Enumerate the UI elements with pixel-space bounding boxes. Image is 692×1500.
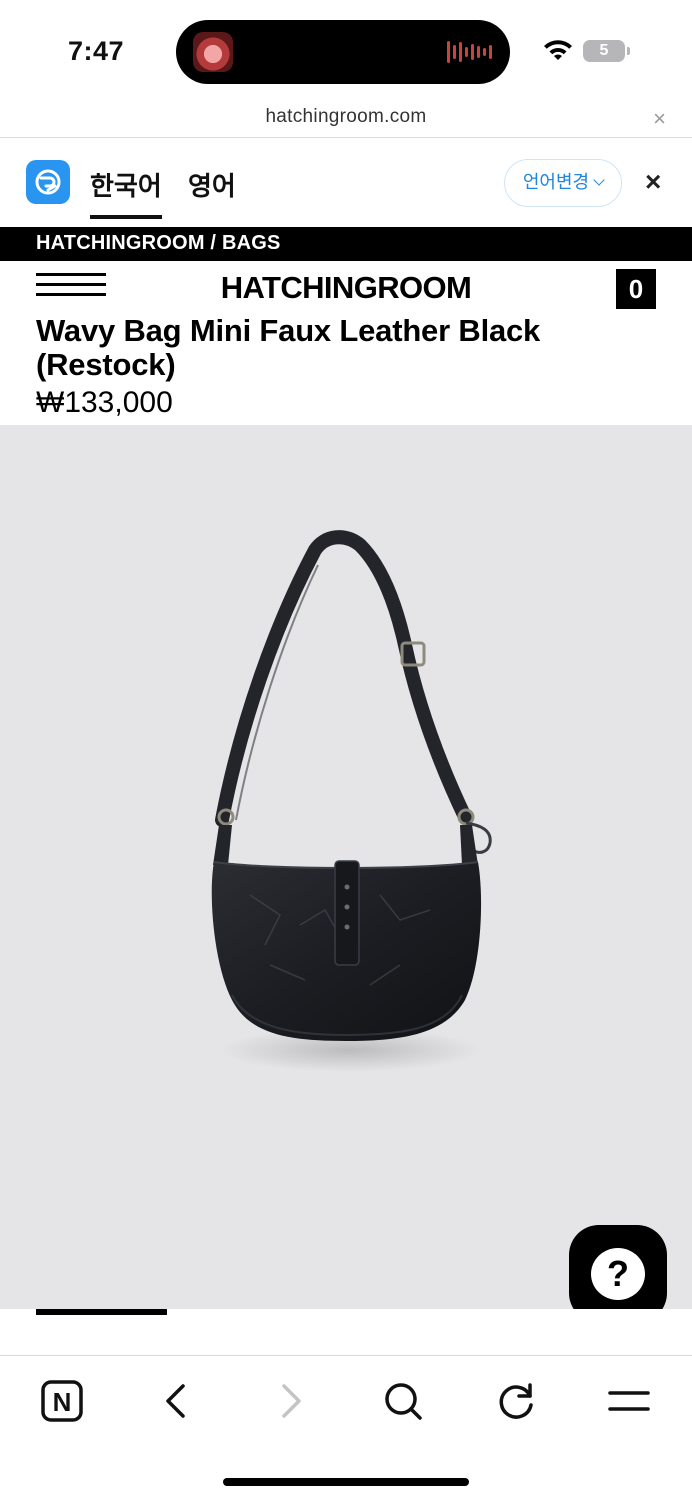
product-price: ₩133,000	[36, 386, 173, 419]
url-bar[interactable]: hatchingroom.com ×	[0, 100, 692, 138]
search-icon[interactable]	[378, 1376, 428, 1426]
status-bar: 7:47 5	[0, 0, 692, 100]
breadcrumb-text[interactable]: HATCHINGROOM / BAGS	[36, 232, 281, 255]
change-language-label: 언어변경	[522, 172, 590, 192]
now-playing-artwork	[193, 32, 233, 72]
close-translate-icon[interactable]: ×	[645, 166, 661, 198]
home-indicator[interactable]	[223, 1478, 469, 1486]
image-pagination-indicator[interactable]	[36, 1309, 167, 1315]
back-icon[interactable]	[152, 1376, 202, 1426]
forward-icon[interactable]	[265, 1376, 315, 1426]
battery-icon: 5	[583, 40, 630, 62]
reload-icon[interactable]	[492, 1376, 542, 1426]
help-icon: ?	[591, 1248, 645, 1300]
bag-photo	[211, 530, 492, 1072]
wifi-icon	[544, 40, 572, 60]
site-logo[interactable]: HATCHINGROOM	[0, 270, 692, 306]
translator-logo-icon	[26, 160, 70, 204]
url-close-icon[interactable]: ×	[653, 106, 666, 132]
breadcrumb: HATCHINGROOM / BAGS	[0, 227, 692, 261]
chevron-down-icon	[593, 174, 605, 186]
naver-home-icon[interactable]: N	[37, 1376, 87, 1426]
image-pagination	[0, 1309, 692, 1355]
site-header: HATCHINGROOM 0	[0, 261, 692, 313]
status-time: 7:47	[68, 36, 125, 66]
product-title: Wavy Bag Mini Faux Leather Black (Restoc…	[36, 313, 541, 382]
change-language-button[interactable]: 언어변경	[504, 159, 622, 207]
product-image[interactable]	[0, 425, 692, 1309]
translate-bar: 한국어 영어 언어변경 ×	[0, 138, 692, 228]
browser-toolbar: N	[0, 1355, 692, 1500]
menu-icon[interactable]	[604, 1376, 654, 1426]
tab-korean[interactable]: 한국어	[90, 166, 162, 219]
page: 7:47 5 hatchingroom.com × 한국어 영어 언어변경 × …	[0, 0, 692, 1500]
cart-count-badge[interactable]: 0	[616, 269, 656, 309]
url-domain[interactable]: hatchingroom.com	[0, 106, 692, 128]
dynamic-island[interactable]	[176, 20, 510, 84]
audio-waveform-icon	[447, 41, 492, 63]
svg-text:N: N	[53, 1387, 72, 1417]
tab-english[interactable]: 영어	[188, 166, 236, 203]
